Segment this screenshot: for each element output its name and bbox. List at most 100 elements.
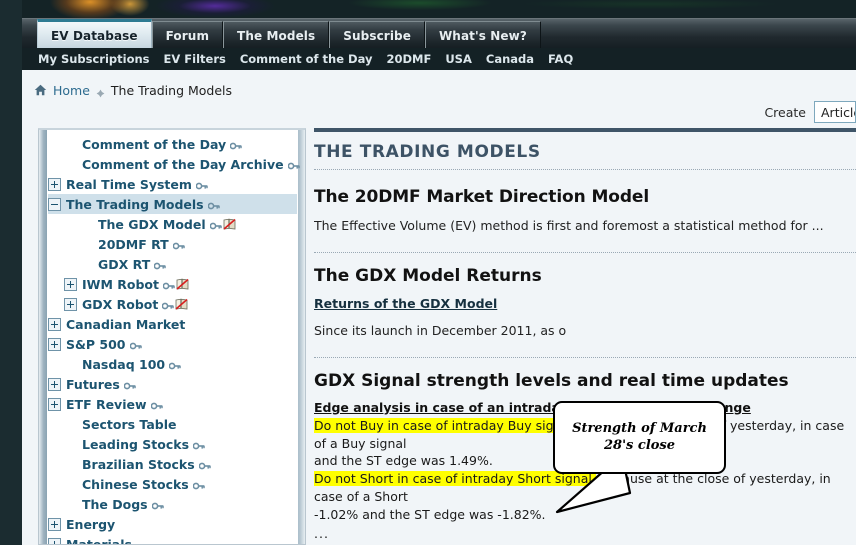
callout-bubble: Strength of March 28's close bbox=[553, 401, 726, 474]
expand-icon[interactable] bbox=[48, 337, 61, 351]
subnav-item-my-subscriptions[interactable]: My Subscriptions bbox=[38, 52, 150, 66]
returns-of-the-gdx-model-link[interactable]: Returns of the GDX Model bbox=[314, 286, 497, 311]
expand-icon[interactable] bbox=[48, 517, 61, 531]
book-restricted-icon bbox=[223, 218, 236, 230]
sidebar-item-label: Comment of the Day bbox=[82, 136, 227, 152]
sidebar-item-label: Materials bbox=[66, 536, 132, 545]
key-icon bbox=[192, 439, 205, 450]
key-icon bbox=[129, 339, 142, 350]
sidebar-item-canadian-market[interactable]: Canadian Market bbox=[48, 314, 297, 334]
breadcrumb: Home The Trading Models bbox=[34, 80, 232, 100]
tab-forum[interactable]: Forum bbox=[151, 21, 224, 49]
key-icon bbox=[151, 499, 164, 510]
sidebar-item-label: Nasdaq 100 bbox=[82, 356, 166, 372]
sidebar-item-label: Canadian Market bbox=[66, 316, 186, 332]
page-body: Home The Trading Models Create Article C… bbox=[22, 70, 856, 545]
create-label: Create bbox=[764, 104, 806, 120]
sidebar-item-energy[interactable]: Energy bbox=[48, 514, 297, 534]
expand-icon[interactable] bbox=[64, 277, 77, 291]
site-banner-graphic bbox=[0, 0, 856, 18]
sidebar-right-scrollbar[interactable] bbox=[298, 130, 305, 544]
expand-icon[interactable] bbox=[48, 377, 61, 391]
sidebar-item-label: GDX RT bbox=[98, 256, 151, 272]
sidebar-item-real-time-system[interactable]: Real Time System bbox=[48, 174, 297, 194]
sidebar-item-label: Sectors Table bbox=[82, 416, 177, 432]
create-type-select[interactable]: Article bbox=[814, 101, 856, 123]
key-icon bbox=[168, 359, 181, 370]
sidebar-item-etf-review[interactable]: ETF Review bbox=[48, 394, 297, 414]
sidebar-item-label: Comment of the Day Archive bbox=[82, 156, 284, 172]
key-icon bbox=[198, 459, 211, 470]
collapse-icon[interactable] bbox=[48, 197, 61, 211]
sidebar-item-label: S&P 500 bbox=[66, 336, 126, 352]
sidebar-item-comment-of-the-day[interactable]: Comment of the Day bbox=[48, 134, 297, 154]
key-icon bbox=[150, 399, 163, 410]
sidebar-item-leading-stocks[interactable]: Leading Stocks bbox=[48, 434, 297, 454]
key-icon bbox=[153, 259, 166, 270]
sidebar-item-label: The GDX Model bbox=[98, 216, 206, 232]
subnav-item-comment-of-the-day[interactable]: Comment of the Day bbox=[240, 52, 373, 66]
truncation-ellipsis: ... bbox=[314, 526, 329, 542]
tab-what-s-new[interactable]: What's New? bbox=[424, 21, 541, 49]
sidebar-item-s-p-500[interactable]: S&P 500 bbox=[48, 334, 297, 354]
subnav-item-20dmf[interactable]: 20DMF bbox=[386, 52, 431, 66]
sidebar-item-label: Brazilian Stocks bbox=[82, 456, 195, 472]
key-icon bbox=[229, 139, 242, 150]
key-icon bbox=[195, 179, 208, 190]
sidebar-item-futures[interactable]: Futures bbox=[48, 374, 297, 394]
callout-text: Strength of March 28's close bbox=[572, 420, 707, 453]
expand-icon[interactable] bbox=[48, 397, 61, 411]
sidebar-item-20dmf-rt[interactable]: 20DMF RT bbox=[48, 234, 297, 254]
book-restricted-icon bbox=[176, 278, 189, 290]
sidebar-item-label: Chinese Stocks bbox=[82, 476, 189, 492]
subnav-item-canada[interactable]: Canada bbox=[486, 52, 534, 66]
key-icon bbox=[161, 299, 175, 310]
sidebar-item-comment-of-the-day-archive[interactable]: Comment of the Day Archive bbox=[48, 154, 300, 174]
section-heading-20dmf: The 20DMF Market Direction Model bbox=[314, 187, 650, 207]
subnav-item-ev-filters[interactable]: EV Filters bbox=[164, 52, 226, 66]
section-heading-signal-strength: GDX Signal strength levels and real time… bbox=[314, 370, 789, 391]
sidebar-item-label: Leading Stocks bbox=[82, 436, 190, 452]
sidebar-item-sectors-table[interactable]: Sectors Table bbox=[48, 414, 297, 434]
breadcrumb-current: The Trading Models bbox=[110, 82, 233, 98]
home-icon bbox=[34, 84, 47, 96]
sidebar-item-label: Real Time System bbox=[66, 176, 192, 192]
section-paragraph-20dmf: The Effective Volume (EV) method is firs… bbox=[314, 218, 824, 233]
sidebar-item-nasdaq-100[interactable]: Nasdaq 100 bbox=[48, 354, 297, 374]
sidebar-item-label: ETF Review bbox=[66, 396, 147, 412]
key-icon bbox=[287, 159, 300, 170]
book-restricted-icon bbox=[175, 298, 188, 310]
sidebar-item-materials[interactable]: Materials bbox=[48, 534, 297, 545]
expand-icon[interactable] bbox=[64, 297, 77, 311]
expand-icon[interactable] bbox=[48, 177, 61, 191]
tab-ev-database[interactable]: EV Database bbox=[37, 19, 152, 49]
sidebar-item-label: Futures bbox=[66, 376, 120, 392]
sidebar-item-gdx-rt[interactable]: GDX RT bbox=[48, 254, 297, 274]
tab-subscribe[interactable]: Subscribe bbox=[329, 21, 425, 49]
main-tab-bar: EV Database Forum The Models Subscribe What'… bbox=[22, 18, 856, 49]
sidebar-item-the-gdx-model[interactable]: The GDX Model bbox=[48, 214, 297, 234]
sidebar-item-the-trading-models[interactable]: The Trading Models bbox=[48, 194, 297, 214]
key-icon bbox=[209, 219, 222, 230]
subnav-item-faq[interactable]: FAQ bbox=[548, 52, 573, 66]
breadcrumb-separator-icon bbox=[96, 86, 105, 97]
section-heading-gdx-returns: The GDX Model Returns bbox=[314, 265, 542, 286]
sidebar-item-brazilian-stocks[interactable]: Brazilian Stocks bbox=[48, 454, 297, 474]
tab-the-models[interactable]: The Models bbox=[223, 21, 330, 49]
subnav-item-usa[interactable]: USA bbox=[445, 52, 472, 66]
expand-icon[interactable] bbox=[48, 537, 61, 544]
section-paragraph-gdx-returns: Since its launch in December 2011, as o bbox=[314, 322, 567, 338]
sidebar-left-scrollbar[interactable] bbox=[39, 130, 47, 544]
sidebar-item-chinese-stocks[interactable]: Chinese Stocks bbox=[48, 474, 297, 494]
sidebar-item-label: The Dogs bbox=[82, 496, 148, 512]
sidebar-item-gdx-robot[interactable]: GDX Robot bbox=[48, 294, 297, 314]
sidebar-item-iwm-robot[interactable]: IWM Robot bbox=[48, 274, 297, 294]
sub-navigation-bar: My Subscriptions EV Filters Comment of the… bbox=[22, 48, 856, 70]
sidebar-item-the-dogs[interactable]: The Dogs bbox=[48, 494, 297, 514]
create-control: Create Article bbox=[764, 101, 856, 123]
sidebar-item-label: Energy bbox=[66, 516, 116, 532]
expand-icon[interactable] bbox=[48, 317, 61, 331]
breadcrumb-home-link[interactable]: Home bbox=[53, 83, 90, 98]
buy-signal-highlight: Do not Buy in case of intraday Buy signa… bbox=[314, 417, 577, 433]
key-icon bbox=[123, 379, 136, 390]
